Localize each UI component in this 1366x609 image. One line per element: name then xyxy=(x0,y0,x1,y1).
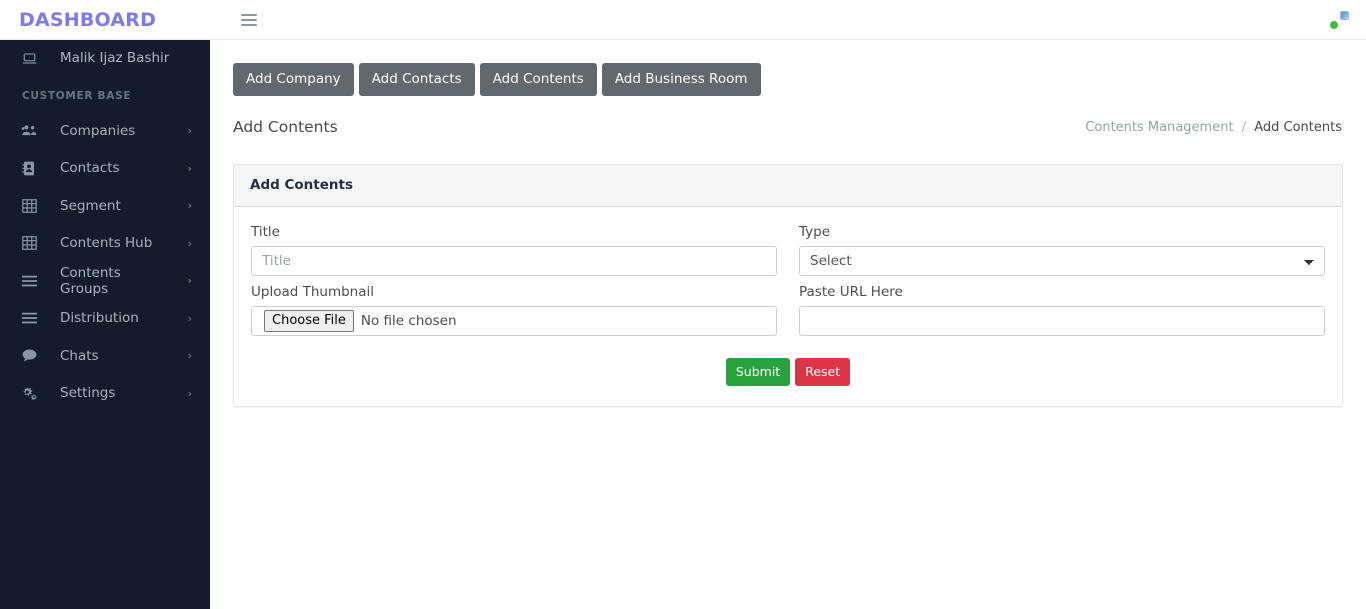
sidebar-item-label: Distribution xyxy=(60,310,139,327)
choose-file-button[interactable]: Choose File xyxy=(264,310,354,332)
add-contacts-button[interactable]: Add Contacts xyxy=(358,63,475,96)
users-group-icon xyxy=(20,124,38,137)
sidebar-user-name: Malik Ijaz Bashir xyxy=(60,50,170,66)
type-label: Type xyxy=(799,224,831,240)
sidebar-item-label: Contents Hub xyxy=(60,235,153,252)
sidebar-item-label: Contents Groups xyxy=(60,264,121,297)
avatar xyxy=(1340,10,1349,20)
card-header-title: Add Contents xyxy=(234,165,1342,207)
sidebar-item-contents-groups[interactable]: Contents Groups › xyxy=(0,262,210,300)
reset-button[interactable]: Reset xyxy=(795,358,851,386)
chevron-right-icon: › xyxy=(187,124,192,138)
breadcrumb-separator: / xyxy=(1241,119,1247,135)
hamburger-bar xyxy=(241,23,257,26)
top-navbar: DASHBOARD xyxy=(0,0,1366,40)
sidebar: Malik Ijaz Bashir CUSTOMER BASE Companie… xyxy=(0,40,210,609)
main-content: Add Company Add Contacts Add Contents Ad… xyxy=(210,40,1366,609)
sidebar-item-distribution[interactable]: Distribution › xyxy=(0,300,210,338)
chevron-right-icon: › xyxy=(187,386,192,400)
table-grid-icon xyxy=(20,198,38,213)
url-input[interactable] xyxy=(799,306,1325,336)
sidebar-user-row[interactable]: Malik Ijaz Bashir xyxy=(0,40,210,76)
type-field-group: Type Select xyxy=(799,224,1325,276)
hamburger-bar xyxy=(241,13,257,16)
thumbnail-field-group: Upload Thumbnail Choose File No file cho… xyxy=(251,284,777,336)
sidebar-section-heading: CUSTOMER BASE xyxy=(22,90,132,102)
upload-thumbnail-label: Upload Thumbnail xyxy=(251,284,375,300)
hamburger-icon[interactable] xyxy=(241,11,259,29)
list-lines-icon xyxy=(20,275,38,287)
chevron-right-icon: › xyxy=(187,199,192,213)
brand-logo[interactable]: DASHBOARD xyxy=(0,0,210,40)
sidebar-item-settings[interactable]: Settings › xyxy=(0,375,210,413)
page-header: Add Contents Contents Management / Add C… xyxy=(210,96,1366,136)
type-select[interactable]: Select xyxy=(799,246,1325,276)
user-chip[interactable] xyxy=(1340,10,1352,20)
breadcrumb-current: Add Contents xyxy=(1254,119,1342,135)
url-field-group: Paste URL Here xyxy=(799,284,1325,336)
chevron-right-icon: › xyxy=(187,161,192,175)
add-company-button[interactable]: Add Company xyxy=(233,63,354,96)
gears-icon xyxy=(20,386,38,401)
title-label: Title xyxy=(251,224,280,240)
add-contents-button[interactable]: Add Contents xyxy=(479,63,597,96)
submit-button[interactable]: Submit xyxy=(725,358,791,386)
sidebar-item-chats[interactable]: Chats › xyxy=(0,337,210,375)
file-status-text: No file chosen xyxy=(360,313,457,329)
chevron-right-icon: › xyxy=(187,274,192,288)
table-grid-icon xyxy=(20,236,38,251)
chevron-right-icon: › xyxy=(187,311,192,325)
sidebar-item-segment[interactable]: Segment › xyxy=(0,187,210,225)
list-lines-icon xyxy=(20,312,38,324)
sidebar-item-label: Settings xyxy=(60,385,116,402)
topbar-user-area[interactable] xyxy=(1330,10,1352,29)
title-field-group: Title xyxy=(251,224,777,276)
form-row-2: Upload Thumbnail Choose File No file cho… xyxy=(251,284,1325,336)
online-status-indicator xyxy=(1330,20,1338,29)
chevron-right-icon: › xyxy=(187,349,192,363)
form-row-1: Title Type Select xyxy=(251,224,1325,276)
sidebar-item-label: Chats xyxy=(60,347,99,364)
sidebar-item-label: Companies xyxy=(60,122,136,139)
address-book-icon xyxy=(20,161,38,176)
sidebar-item-contents-hub[interactable]: Contents Hub › xyxy=(0,225,210,263)
breadcrumb: Contents Management / Add Contents xyxy=(1085,120,1342,135)
sidebar-item-contacts[interactable]: Contacts › xyxy=(0,150,210,188)
card-body: Title Type Select Upload Thumbnail Choos… xyxy=(234,207,1342,406)
sidebar-item-label: Contacts xyxy=(60,160,120,177)
paste-url-label: Paste URL Here xyxy=(799,284,903,300)
breadcrumb-parent[interactable]: Contents Management xyxy=(1085,120,1233,135)
title-input[interactable] xyxy=(251,246,777,276)
chevron-right-icon: › xyxy=(187,236,192,250)
laptop-icon xyxy=(20,52,38,65)
hamburger-bar xyxy=(241,18,257,21)
add-contents-card: Add Contents Title Type Select Upload Th… xyxy=(233,164,1343,407)
page-title: Add Contents xyxy=(233,118,338,136)
file-input[interactable]: Choose File No file chosen xyxy=(251,306,777,336)
chat-bubble-icon xyxy=(20,349,38,362)
quick-action-toolbar: Add Company Add Contacts Add Contents Ad… xyxy=(210,40,1366,96)
form-action-row: Submit Reset xyxy=(251,358,1325,386)
sidebar-item-companies[interactable]: Companies › xyxy=(0,112,210,150)
sidebar-item-label: Segment xyxy=(60,197,121,214)
add-business-room-button[interactable]: Add Business Room xyxy=(601,63,761,96)
